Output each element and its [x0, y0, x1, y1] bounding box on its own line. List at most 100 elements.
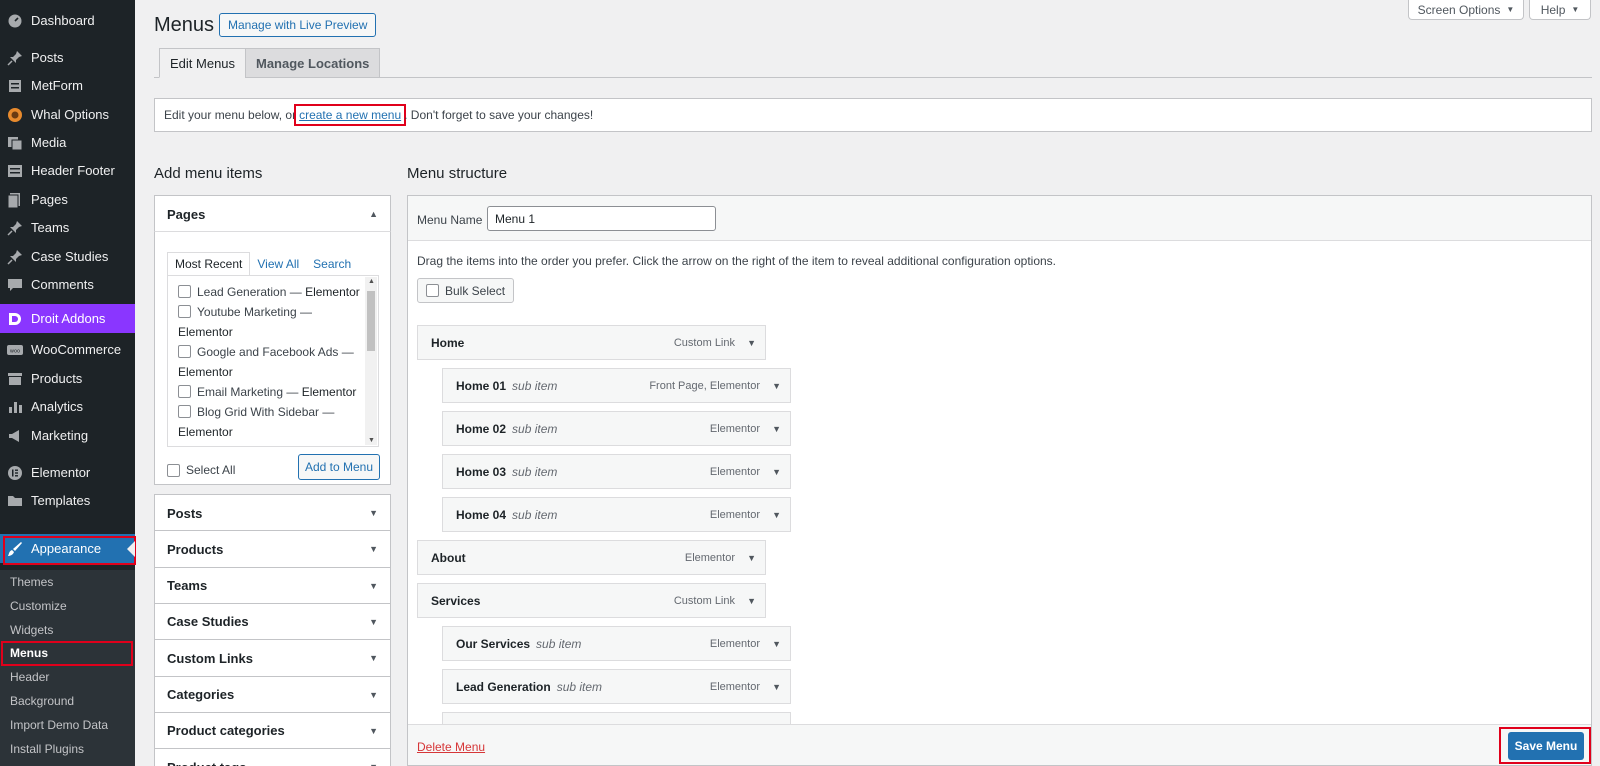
sidebar-item-header-footer[interactable]: Header Footer	[0, 156, 135, 185]
accordion-product-categories[interactable]: Product categories ▼	[154, 711, 391, 750]
chevron-down-icon[interactable]: ▼	[747, 553, 756, 563]
page-checkbox-item[interactable]: Google and Facebook Ads — Elementor	[178, 342, 362, 382]
sidebar-item-comments[interactable]: Comments	[0, 270, 135, 299]
live-preview-button[interactable]: Manage with Live Preview	[219, 13, 377, 37]
sidebar-item-analytics[interactable]: Analytics	[0, 392, 135, 421]
chevron-down-icon[interactable]: ▼	[772, 682, 781, 692]
chevron-down-icon[interactable]: ▼	[369, 617, 378, 627]
menu-item[interactable]: Home Custom Link ▼	[417, 325, 766, 360]
submenu-item-themes[interactable]: Themes	[10, 572, 53, 592]
chevron-down-icon[interactable]: ▼	[772, 381, 781, 391]
chevron-down-icon[interactable]: ▼	[369, 762, 378, 766]
submenu-item-install-plugins[interactable]: Install Plugins	[10, 739, 84, 759]
submenu-item-customize[interactable]: Customize	[10, 596, 67, 616]
checkbox[interactable]	[178, 305, 191, 318]
checkbox[interactable]	[178, 285, 191, 298]
pin-icon	[7, 220, 23, 236]
scroll-up-icon[interactable]: ▲	[368, 278, 375, 285]
chevron-down-icon[interactable]: ▼	[772, 467, 781, 477]
chevron-down-icon[interactable]: ▼	[772, 639, 781, 649]
tab-edit-menus[interactable]: Edit Menus	[159, 48, 247, 78]
chevron-down-icon[interactable]: ▼	[747, 596, 756, 606]
sidebar-item-droit-addons[interactable]: Droit Addons	[0, 304, 135, 333]
chevron-up-icon[interactable]: ▲	[369, 209, 378, 219]
page-checkbox-item[interactable]: Email Marketing — Elementor	[178, 382, 362, 402]
menu-item[interactable]: Home 03 sub item Elementor ▼	[442, 454, 791, 489]
accordion-categories[interactable]: Categories ▼	[154, 675, 391, 714]
page-checkbox-item[interactable]: Youtube Marketing — Elementor	[178, 302, 362, 342]
menu-item[interactable]: About Elementor ▼	[417, 540, 766, 575]
sidebar-item-posts[interactable]: Posts	[0, 43, 135, 72]
tab-search[interactable]: Search	[306, 252, 358, 276]
pages-accordion[interactable]: Pages ▲	[154, 195, 391, 233]
accordion-products[interactable]: Products ▼	[154, 530, 391, 569]
sidebar-item-metform[interactable]: MetForm	[0, 71, 135, 100]
menu-item[interactable]: Home 04 sub item Elementor ▼	[442, 497, 791, 532]
menu-item[interactable]: Home 02 sub item Elementor ▼	[442, 411, 791, 446]
menu-item[interactable]: Our Services sub item Elementor ▼	[442, 626, 791, 661]
page-checkbox-item[interactable]: Lead Generation — Elementor	[178, 282, 362, 302]
sidebar-item-appearance[interactable]: Appearance	[0, 534, 135, 563]
chevron-down-icon[interactable]: ▼	[369, 726, 378, 736]
separator: —	[283, 385, 302, 399]
sidebar-item-woocommerce[interactable]: woo WooCommerce	[0, 335, 135, 364]
checkbox[interactable]	[178, 385, 191, 398]
chevron-down-icon[interactable]: ▼	[772, 510, 781, 520]
chevron-down-icon[interactable]: ▼	[369, 690, 378, 700]
chevron-down-icon[interactable]: ▼	[369, 653, 378, 663]
sidebar-item-case-studies[interactable]: Case Studies	[0, 242, 135, 271]
chevron-down-icon[interactable]: ▼	[772, 424, 781, 434]
menu-item[interactable]: Home 01 sub item Front Page, Elementor ▼	[442, 368, 791, 403]
scrollbar[interactable]: ▲ ▼	[365, 277, 377, 445]
checkbox[interactable]	[178, 345, 191, 358]
help-button[interactable]: Help ▼	[1529, 0, 1591, 20]
accordion-custom-links[interactable]: Custom Links ▼	[154, 639, 391, 678]
submenu-item-header[interactable]: Header	[10, 667, 49, 687]
accordion-case-studies[interactable]: Case Studies ▼	[154, 602, 391, 641]
pages-checklist[interactable]: Lead Generation — Elementor Youtube Marke…	[167, 275, 379, 447]
chevron-down-icon[interactable]: ▼	[747, 338, 756, 348]
sidebar-item-templates[interactable]: Templates	[0, 486, 135, 515]
sidebar-item-pages[interactable]: Pages	[0, 185, 135, 214]
tab-view-all[interactable]: View All	[250, 252, 306, 276]
menu-item-title: Home 04	[456, 507, 507, 522]
chevron-down-icon[interactable]: ▼	[369, 581, 378, 591]
sidebar-item-products[interactable]: Products	[0, 364, 135, 393]
sidebar-item-dashboard[interactable]: Dashboard	[0, 6, 135, 35]
delete-menu-link[interactable]: Delete Menu	[417, 740, 485, 754]
sidebar-item-elementor[interactable]: Elementor	[0, 458, 135, 487]
create-new-menu-link[interactable]: create a new menu	[294, 104, 407, 126]
sidebar-item-teams[interactable]: Teams	[0, 213, 135, 242]
scroll-down-icon[interactable]: ▼	[368, 437, 375, 444]
tab-most-recent[interactable]: Most Recent	[167, 252, 251, 276]
checkbox[interactable]	[426, 284, 439, 297]
menu-item-subtitle: sub item	[512, 421, 558, 436]
checkbox[interactable]	[167, 463, 180, 477]
select-all-checkbox[interactable]: Select All	[167, 463, 235, 477]
menu-item[interactable]: Services Custom Link ▼	[417, 583, 766, 618]
screen-options-button[interactable]: Screen Options ▼	[1408, 0, 1524, 20]
sidebar-item-marketing[interactable]: Marketing	[0, 421, 135, 450]
accordion-product-tags[interactable]: Product tags ▼	[154, 748, 391, 766]
tab-manage-locations[interactable]: Manage Locations	[245, 48, 381, 78]
menu-item[interactable]: Lead Generation sub item Elementor ▼	[442, 669, 791, 704]
accordion-teams[interactable]: Teams ▼	[154, 566, 391, 605]
submenu-item-background[interactable]: Background	[10, 691, 74, 711]
sidebar-item-whal-options[interactable]: Whal Options	[0, 100, 135, 129]
accordion-posts[interactable]: Posts ▼	[154, 494, 391, 532]
chevron-down-icon[interactable]: ▼	[369, 508, 378, 518]
chevron-down-icon[interactable]: ▼	[369, 544, 378, 554]
menu-item-type: Elementor	[709, 465, 760, 478]
scrollbar-thumb[interactable]	[367, 291, 375, 351]
checkbox[interactable]	[178, 405, 191, 418]
submenu-item-widgets[interactable]: Widgets	[10, 620, 53, 640]
submenu-item-menus[interactable]: Menus	[10, 643, 48, 663]
bulk-select-button[interactable]: Bulk Select	[417, 278, 515, 303]
sidebar-item-media[interactable]: Media	[0, 128, 135, 157]
submenu-item-import-demo-data[interactable]: Import Demo Data	[10, 715, 108, 735]
add-to-menu-button[interactable]: Add to Menu	[298, 454, 380, 480]
page-checkbox-item[interactable]: Blog Grid With Sidebar — Elementor	[178, 402, 362, 442]
media-icon	[7, 135, 23, 151]
save-menu-button[interactable]: Save Menu	[1508, 732, 1584, 760]
menu-name-input[interactable]	[487, 206, 716, 231]
